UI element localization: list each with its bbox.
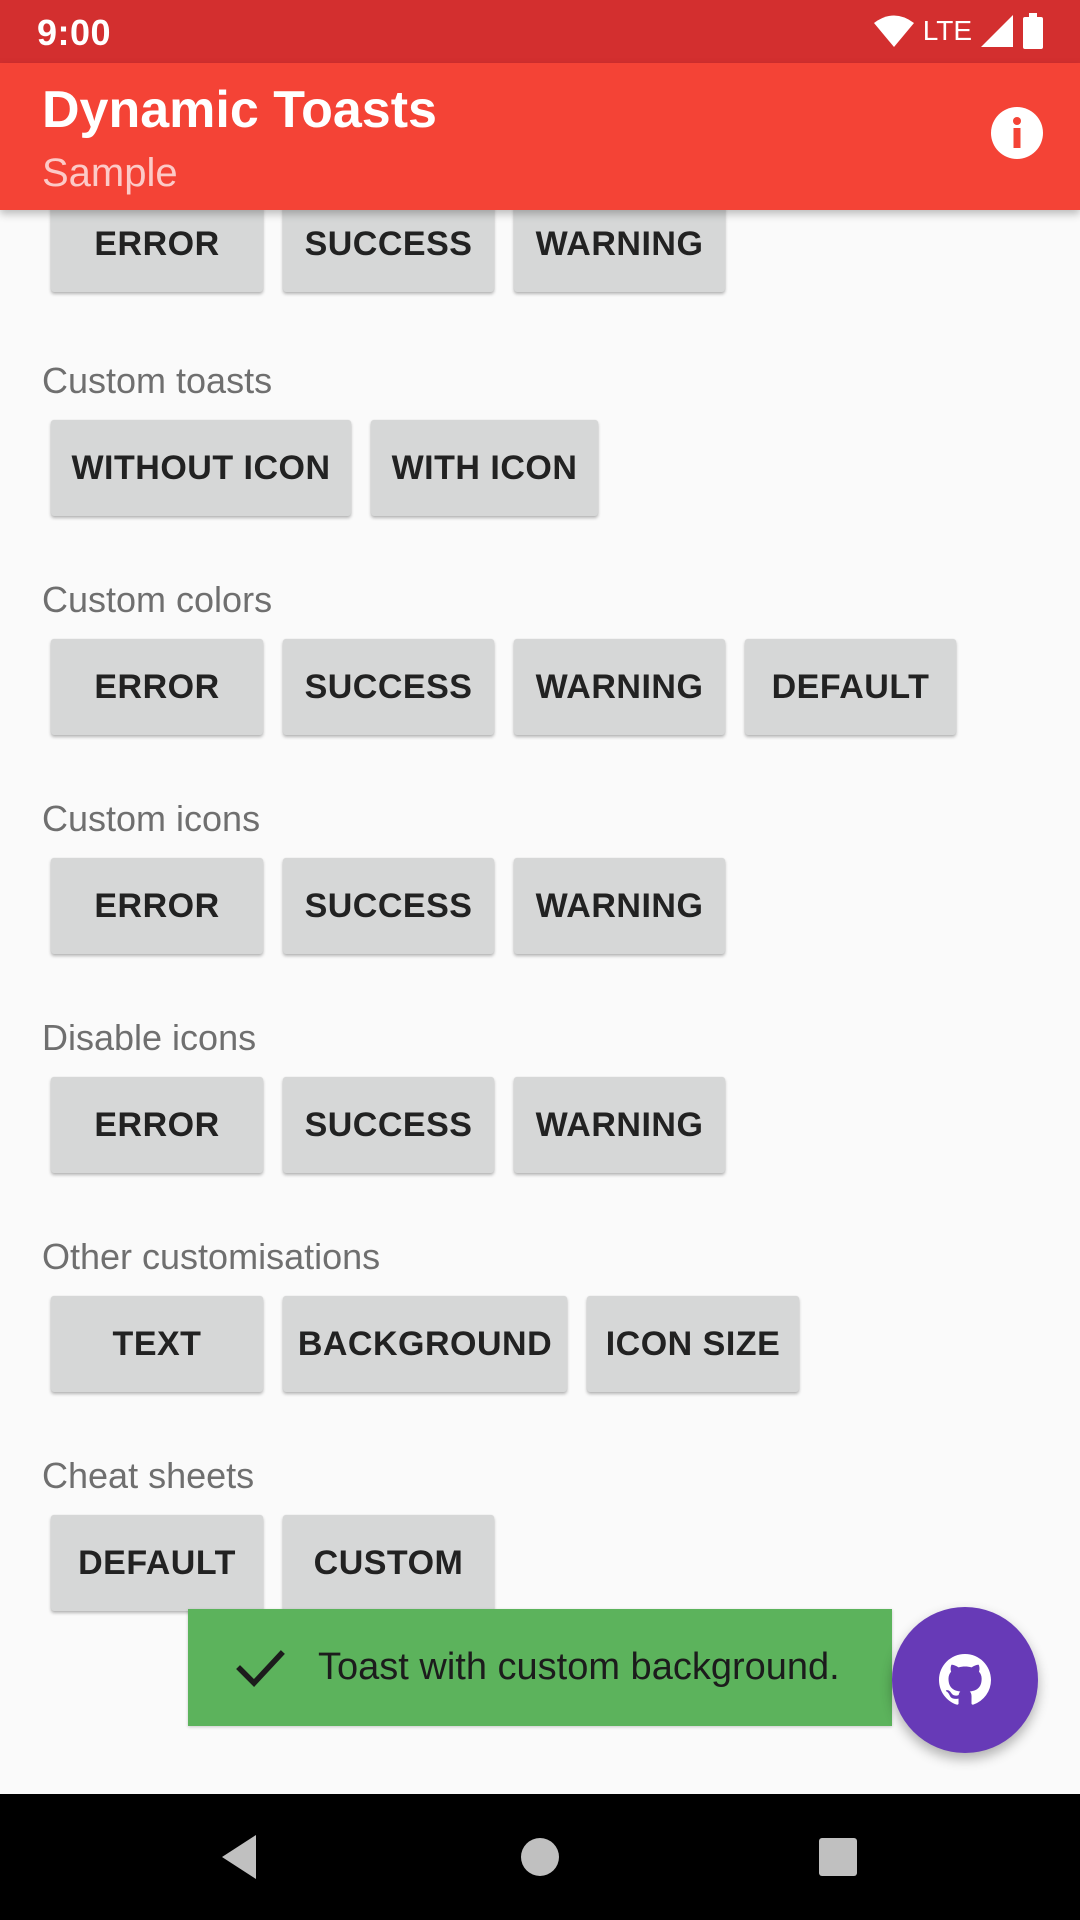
custom-colors-default-button[interactable]: DEFAULT bbox=[745, 639, 956, 735]
custom-colors-warning-button[interactable]: WARNING bbox=[514, 639, 725, 735]
back-icon bbox=[222, 1835, 256, 1879]
battery-icon bbox=[1023, 13, 1043, 49]
top-warning-button[interactable]: WARNING bbox=[514, 210, 725, 292]
custom-icons-error-button[interactable]: ERROR bbox=[51, 858, 263, 954]
content-scroll[interactable]: ERROR SUCCESS WARNING Custom toasts WITH… bbox=[0, 210, 1080, 1794]
disable-icons-label: Disable icons bbox=[42, 1017, 257, 1058]
custom-icons-label: Custom icons bbox=[42, 798, 261, 839]
cheat-sheet-default-button[interactable]: DEFAULT bbox=[51, 1515, 263, 1611]
status-time: 9:00 bbox=[37, 12, 112, 53]
wifi-icon bbox=[873, 15, 914, 47]
info-button[interactable] bbox=[990, 106, 1044, 160]
toast-message: Toast with custom background. bbox=[318, 1646, 840, 1688]
icon-size-button[interactable]: ICON SIZE bbox=[587, 1296, 799, 1392]
disable-icons-success-button[interactable]: SUCCESS bbox=[283, 1077, 494, 1173]
info-icon bbox=[991, 107, 1043, 159]
home-icon bbox=[521, 1838, 559, 1876]
status-icons: LTE bbox=[873, 12, 1044, 50]
custom-colors-error-button[interactable]: ERROR bbox=[51, 639, 263, 735]
custom-toasts-label: Custom toasts bbox=[42, 360, 273, 401]
status-bar: 9:00 LTE bbox=[0, 0, 1080, 63]
cheat-sheets-label: Cheat sheets bbox=[42, 1455, 255, 1496]
disable-icons-warning-button[interactable]: WARNING bbox=[514, 1077, 725, 1173]
with-icon-button[interactable]: WITH ICON bbox=[371, 420, 598, 516]
text-button[interactable]: TEXT bbox=[51, 1296, 263, 1392]
background-button[interactable]: BACKGROUND bbox=[283, 1296, 567, 1392]
back-button[interactable] bbox=[210, 1827, 270, 1887]
cheat-sheet-custom-button[interactable]: CUSTOM bbox=[283, 1515, 494, 1611]
recents-icon bbox=[819, 1838, 857, 1876]
app-bar: Dynamic Toasts Sample bbox=[0, 63, 1080, 210]
custom-icons-warning-button[interactable]: WARNING bbox=[514, 858, 725, 954]
top-error-button[interactable]: ERROR bbox=[51, 210, 263, 292]
network-type-label: LTE bbox=[922, 15, 972, 46]
custom-colors-label: Custom colors bbox=[42, 579, 273, 620]
app-title: Dynamic Toasts bbox=[42, 81, 437, 139]
github-icon bbox=[939, 1654, 991, 1705]
toast: Toast with custom background. bbox=[188, 1609, 892, 1726]
signal-icon bbox=[981, 15, 1013, 47]
other-customisations-label: Other customisations bbox=[42, 1236, 381, 1277]
disable-icons-error-button[interactable]: ERROR bbox=[51, 1077, 263, 1173]
github-fab[interactable] bbox=[892, 1607, 1038, 1753]
custom-icons-success-button[interactable]: SUCCESS bbox=[283, 858, 494, 954]
check-icon bbox=[236, 1649, 285, 1687]
custom-colors-success-button[interactable]: SUCCESS bbox=[283, 639, 494, 735]
home-button[interactable] bbox=[510, 1827, 570, 1887]
navigation-bar bbox=[0, 1794, 1080, 1920]
top-success-button[interactable]: SUCCESS bbox=[283, 210, 494, 292]
app-subtitle: Sample bbox=[42, 151, 178, 195]
without-icon-button[interactable]: WITHOUT ICON bbox=[51, 420, 351, 516]
recents-button[interactable] bbox=[808, 1827, 868, 1887]
